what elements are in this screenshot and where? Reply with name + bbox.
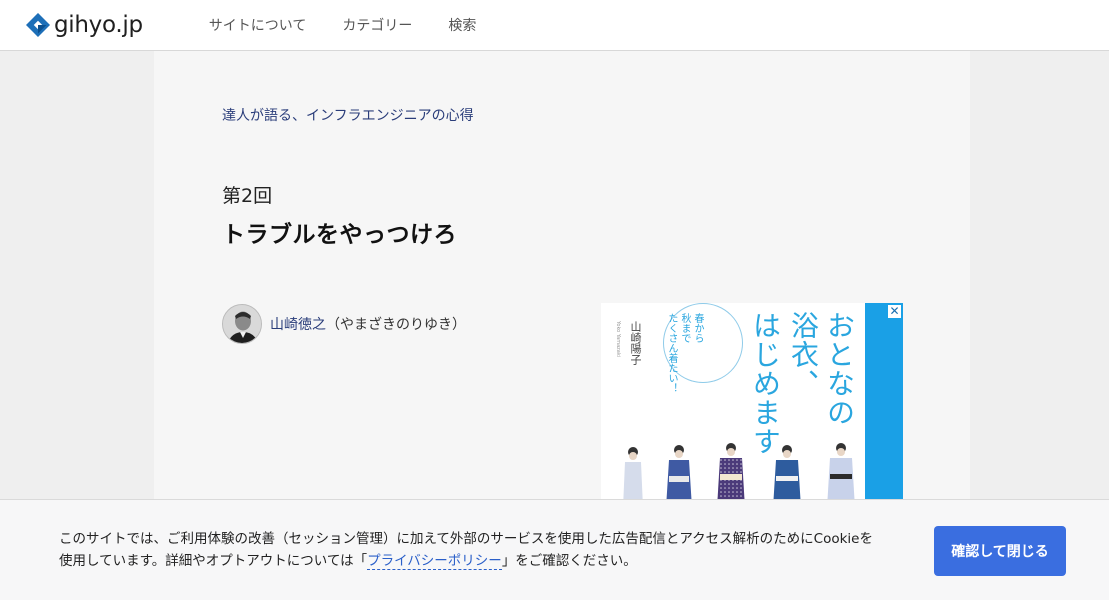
episode-number: 第2回: [222, 185, 273, 207]
cookie-message: このサイトでは、ご利用体験の改善（セッション管理）に加えて外部のサービスを使用し…: [59, 528, 919, 572]
logo-text: gihyo.jp: [54, 12, 143, 38]
ad-headline-1: おとなの: [823, 311, 856, 427]
ad-subtitle-2: 秋まで: [679, 313, 690, 343]
ad-headline-2: 浴衣、: [787, 311, 820, 398]
author-avatar[interactable]: [222, 304, 262, 344]
gihyo-logo-icon: [26, 13, 50, 37]
cookie-line-2-end: 」をご確認ください。: [501, 553, 637, 569]
cookie-line-2: 使用しています。詳細やオプトアウトについては「プライバシーポリシー」をご確認くだ…: [59, 550, 919, 572]
nav-category[interactable]: カテゴリー: [342, 15, 412, 35]
author-kana: （やまざきのりゆき）: [326, 317, 466, 333]
ad-author-en: Yoko Yamazaki: [615, 321, 621, 358]
cookie-line-1: このサイトでは、ご利用体験の改善（セッション管理）に加えて外部のサービスを使用し…: [59, 531, 873, 547]
article-title: トラブルをやっつけろ: [222, 222, 457, 248]
ad-headline-3: はじめます: [749, 311, 782, 456]
author-photo: [223, 305, 261, 343]
ad-stripe: [865, 303, 903, 508]
author-name-link[interactable]: 山崎徳之: [270, 314, 326, 334]
ad-close-icon[interactable]: ✕: [887, 304, 902, 319]
ad-banner[interactable]: ✕ おとなの 浴衣、 はじめます 春から 秋まで たくさん着たい！ 山崎陽子 Y…: [601, 303, 903, 508]
cookie-line-2-start: 使用しています。詳細やオプトアウトについては「: [59, 553, 368, 569]
main-nav: サイトについて カテゴリー 検索: [209, 15, 513, 35]
author-block: 山崎徳之 （やまざきのりゆき）: [222, 304, 466, 344]
site-logo[interactable]: gihyo.jp: [26, 0, 143, 51]
nav-search[interactable]: 検索: [448, 15, 476, 35]
nav-about[interactable]: サイトについて: [209, 15, 307, 35]
ad-subtitle-1: 春から: [692, 313, 703, 343]
cookie-accept-button[interactable]: 確認して閉じる: [934, 526, 1066, 576]
ad-subtitle-3: たくさん着たい！: [666, 313, 677, 393]
cookie-banner: このサイトでは、ご利用体験の改善（セッション管理）に加えて外部のサービスを使用し…: [0, 499, 1109, 600]
ad-author: 山崎陽子: [629, 321, 642, 365]
privacy-policy-link[interactable]: プライバシーポリシー: [367, 553, 502, 570]
series-link[interactable]: 達人が語る、インフラエンジニアの心得: [222, 105, 474, 125]
site-header: gihyo.jp サイトについて カテゴリー 検索: [0, 0, 1109, 51]
